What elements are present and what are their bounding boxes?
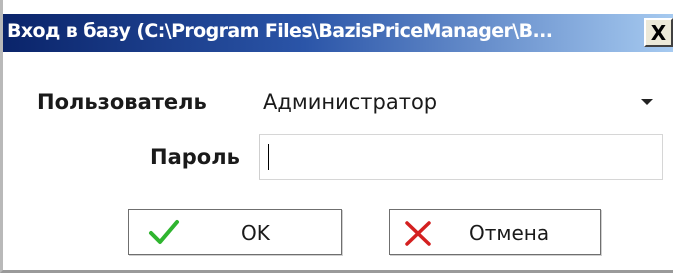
login-dialog: Вход в базу (C:\Program Files\BazisPrice… xyxy=(0,0,673,273)
user-label: Пользователь xyxy=(37,90,207,114)
title-bar[interactable]: Вход в базу (C:\Program Files\BazisPrice… xyxy=(3,14,673,52)
cancel-button-label: Отмена xyxy=(469,221,550,245)
text-caret xyxy=(268,144,269,170)
password-field[interactable] xyxy=(259,134,663,180)
checkmark-icon xyxy=(149,220,179,244)
close-icon: X xyxy=(650,20,667,45)
password-label: Пароль xyxy=(150,145,240,169)
cancel-button[interactable]: Отмена xyxy=(389,209,601,255)
user-select-value: Администратор xyxy=(263,90,438,114)
ok-button[interactable]: OK xyxy=(128,209,342,255)
window-title: Вход в базу (C:\Program Files\BazisPrice… xyxy=(7,20,553,42)
close-button[interactable]: X xyxy=(644,18,673,47)
ok-button-label: OK xyxy=(241,221,270,245)
user-select[interactable]: Администратор xyxy=(257,82,663,124)
chevron-down-icon[interactable] xyxy=(641,99,653,105)
cross-icon xyxy=(405,221,431,246)
